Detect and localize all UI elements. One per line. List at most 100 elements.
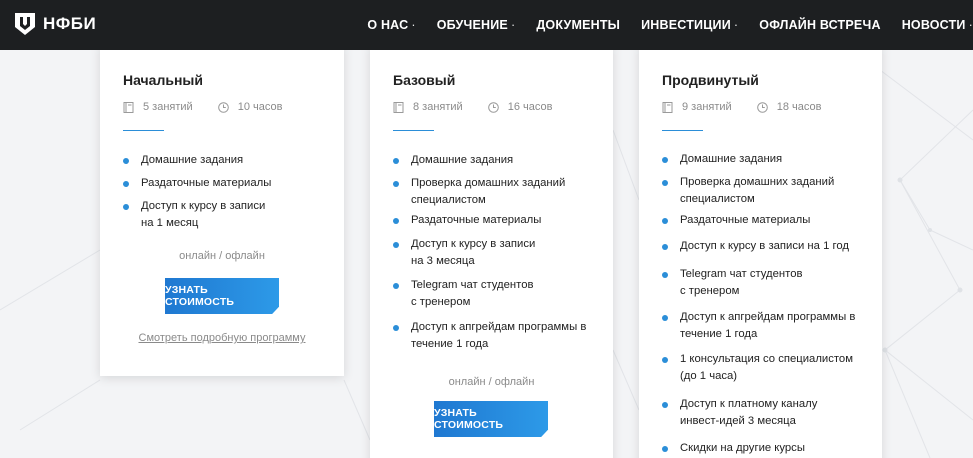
bullet-dot-icon [662,180,668,186]
feature-text: Доступ к платному каналу инвест-идей 3 м… [680,398,818,427]
bullet-dot-icon [393,325,399,331]
nav-item-label: ДОКУМЕНТЫ [536,18,621,32]
bullet-dot-icon [662,244,668,250]
view-program-link[interactable]: Смотреть подробную программу [100,332,344,344]
format-text: онлайн / офлайн [448,376,535,388]
site-logo[interactable]: НФБИ [13,11,96,37]
bullet-dot-icon [123,181,129,187]
title-divider [662,130,703,131]
dropdown-indicator-icon: · [510,18,516,32]
feature-text: Домашние задания [141,154,244,166]
book-icon [393,101,404,113]
feature-text: Домашние задания [411,154,514,166]
feature-text: Доступ к апгрейдам программы в течение 1… [680,311,856,340]
bullet-dot-icon [662,272,668,278]
feature-item: Проверка домашних заданий специалистом [662,174,882,208]
main-nav: О НАС · ОБУЧЕНИЕ · ДОКУМЕНТЫ ИНВЕСТИЦИИ · ОФЛАЙ… [346,0,973,50]
nav-item-3[interactable]: ИНВЕСТИЦИИ · [641,18,738,32]
bullet-dot-icon [393,181,399,187]
feature-item: Доступ к апгрейдам программы в течение 1… [393,319,613,353]
feature-text: Telegram чат студентов с тренером [411,279,534,308]
hours-count: 10 часов [237,101,283,113]
bullet-dot-icon [123,204,129,210]
nav-item-2[interactable]: ДОКУМЕНТЫ [536,18,620,32]
feature-item: Раздаточные материалы [393,212,613,229]
feature-text: Раздаточные материалы [680,214,811,226]
plan-meta: 8 занятий 16 часов [393,101,552,113]
feature-text: Скидки на другие курсы [680,442,805,454]
bullet-dot-icon [393,158,399,164]
bullet-dot-icon [393,283,399,289]
plan-title: Базовый [393,72,456,88]
feature-item: Скидки на другие курсы [662,440,882,457]
feature-text: Доступ к апгрейдам программы в течение 1… [411,321,587,350]
nav-item-0[interactable]: О НАС · [367,18,415,32]
format-text: онлайн / офлайн [179,250,265,262]
nav-item-label: НОВОСТИ [901,18,966,32]
feature-item: Доступ к апгрейдам программы в течение 1… [662,309,882,343]
feature-item: Telegram чат студентов с тренером [393,277,613,311]
feature-item: Доступ к платному каналу инвест-идей 3 м… [662,396,882,430]
lessons-count: 9 занятий [682,101,732,113]
feature-item: Telegram чат студентов с тренером [662,266,882,300]
plan-card-standard: Базовый 8 занятий 16 часов Домашние зада… [370,44,613,458]
feature-item: Доступ к курсу в записи на 1 месяц [123,198,343,232]
clock-icon [756,101,768,113]
title-divider [393,130,434,131]
nav-item-label: ОБУЧЕНИЕ [436,18,508,32]
feature-item: Проверка домашних заданий специалистом [393,175,613,209]
feature-text: Домашние задания [680,153,783,165]
bullet-dot-icon [662,315,668,321]
lessons-count: 5 занятий [143,101,193,113]
bullet-dot-icon [662,446,668,452]
plan-card-basic: Начальный 5 занятий 10 часов Домашние за… [100,44,344,376]
plan-card-advanced: Продвинутый 9 занятий 18 часов Домашние … [639,44,882,458]
feature-text: Доступ к курсу в записи на 3 месяца [411,238,536,267]
feature-text: Проверка домашних заданий специалистом [680,176,835,205]
feature-text: Telegram чат студентов с тренером [680,268,803,297]
nav-item-4[interactable]: ОФЛАЙН ВСТРЕЧА [759,18,880,32]
lessons-count: 8 занятий [413,101,463,113]
get-price-button[interactable]: УЗНАТЬ СТОИМОСТЬ [434,401,548,437]
book-icon [123,101,134,113]
nav-item-5[interactable]: НОВОСТИ · [902,18,973,32]
dropdown-indicator-icon: · [968,18,973,32]
plan-meta: 5 занятий 10 часов [123,101,282,113]
dropdown-indicator-icon: · [733,18,739,32]
dropdown-indicator-icon: · [411,18,416,32]
nav-item-label: ИНВЕСТИЦИИ [641,18,731,32]
feature-text: Проверка домашних заданий специалистом [411,177,566,206]
clock-icon [217,101,229,113]
feature-item: Домашние задания [393,152,613,169]
feature-text: Доступ к курсу в записи на 1 год [680,240,850,252]
bullet-dot-icon [123,158,129,164]
plan-title: Продвинутый [662,72,759,88]
plan-title: Начальный [123,72,203,88]
feature-item: Раздаточные материалы [662,212,882,229]
nav-item-label: О НАС [367,18,409,32]
bullet-dot-icon [662,402,668,408]
top-navbar: НФБИ О НАС · ОБУЧЕНИЕ · ДОКУМЕНТЫ ИНВЕСТИЦИИ ·… [0,0,973,50]
bullet-dot-icon [393,218,399,224]
feature-item: Домашние задания [123,152,343,169]
feature-item: Доступ к курсу в записи на 3 месяца [393,236,613,270]
shield-logo-icon [15,13,35,35]
plan-meta: 9 занятий 18 часов [662,101,821,113]
title-divider [123,130,164,131]
feature-item: 1 консультация со специалистом (до 1 час… [662,351,882,385]
feature-text: Раздаточные материалы [141,177,272,189]
get-price-button[interactable]: УЗНАТЬ СТОИМОСТЬ [165,278,279,314]
bullet-dot-icon [662,357,668,363]
feature-item: Доступ к курсу в записи на 1 год [662,238,882,255]
nav-item-1[interactable]: ОБУЧЕНИЕ · [437,18,516,32]
bullet-dot-icon [662,218,668,224]
logo-text: НФБИ [43,14,97,33]
clock-icon [487,101,499,113]
feature-text: Доступ к курсу в записи на 1 месяц [141,200,266,229]
feature-text: Раздаточные материалы [411,214,542,226]
feature-item: Раздаточные материалы [123,175,343,192]
nav-item-label: ОФЛАЙН ВСТРЕЧА [759,18,881,32]
feature-item: Домашние задания [662,151,882,168]
hours-count: 16 часов [507,101,553,113]
hours-count: 18 часов [776,101,822,113]
